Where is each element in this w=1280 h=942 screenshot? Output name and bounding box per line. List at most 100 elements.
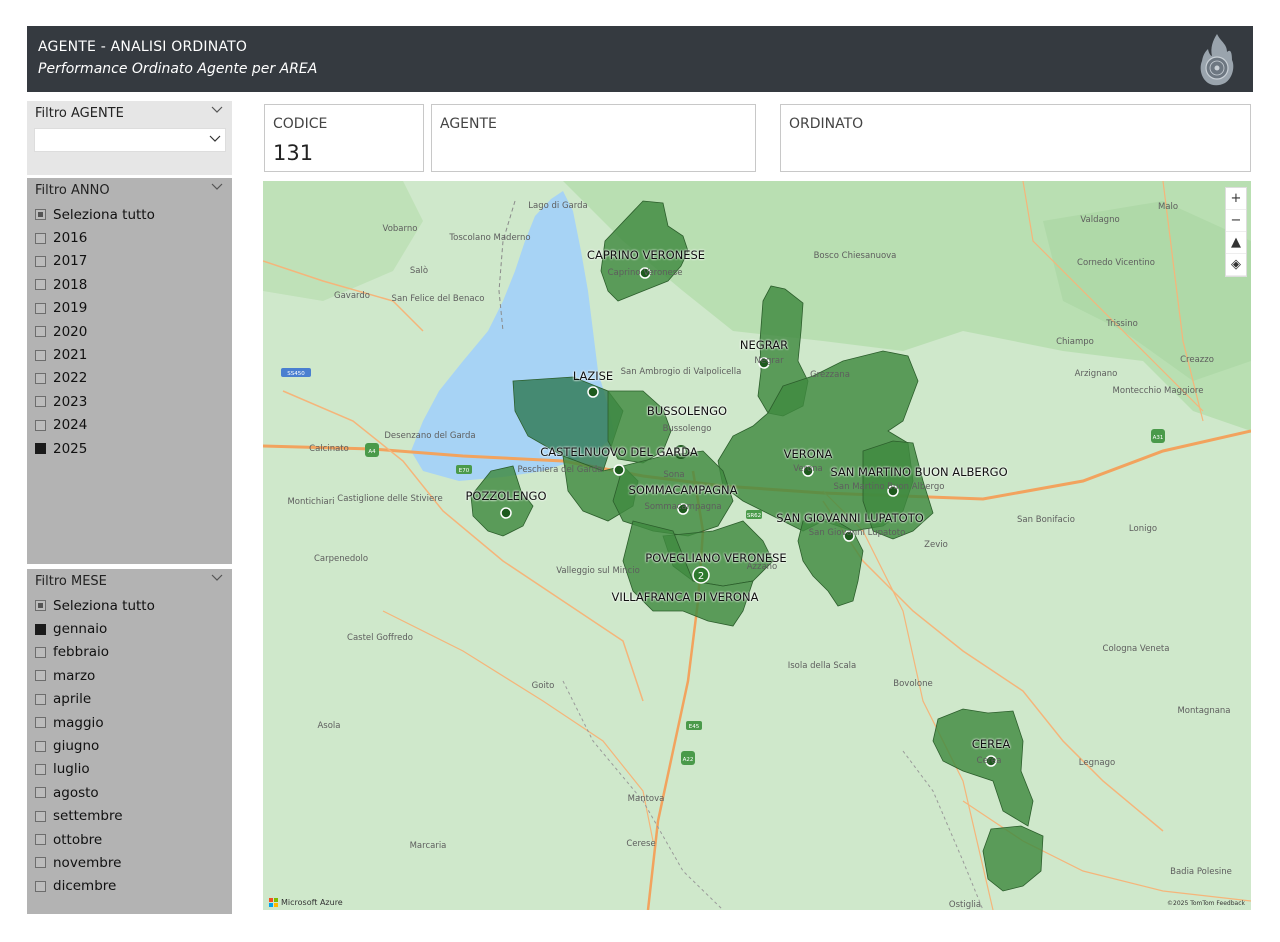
map-copyright[interactable]: ©2025 TomTom Feedback <box>1167 900 1245 907</box>
marker-pozzolengo[interactable] <box>500 507 512 519</box>
checkbox[interactable] <box>35 740 46 752</box>
codice-card: CODICE 131 <box>264 104 424 172</box>
mese-option[interactable]: dicembre <box>35 875 155 898</box>
collapse-chevron-icon[interactable] <box>211 105 223 115</box>
mese-option-label: ottobre <box>53 831 103 848</box>
marker-castelnuovo-del-garda[interactable] <box>613 464 625 476</box>
ordinato-card: ORDINATO <box>780 104 1251 172</box>
road-label-e70: E70 <box>459 468 470 474</box>
checkbox[interactable] <box>35 670 46 682</box>
filter-agente-panel: Filtro AGENTE <box>27 101 232 175</box>
city-label: Cerese <box>626 839 656 849</box>
checkbox[interactable] <box>35 834 46 846</box>
city-label: Montichiari <box>287 497 335 507</box>
checkbox[interactable] <box>35 693 46 705</box>
mese-option[interactable]: settembre <box>35 805 155 828</box>
city-label: Verona <box>793 464 823 474</box>
agente-card: AGENTE <box>431 104 756 172</box>
anno-option-label: 2019 <box>53 300 88 317</box>
checkbox[interactable] <box>35 717 46 729</box>
anno-option[interactable]: 2018 <box>35 273 155 296</box>
mese-option[interactable]: marzo <box>35 664 155 687</box>
checkbox[interactable] <box>35 255 46 267</box>
checkbox[interactable] <box>35 880 46 892</box>
checkbox[interactable] <box>35 600 46 612</box>
anno-option[interactable]: 2025 <box>35 437 155 460</box>
mese-option[interactable]: maggio <box>35 711 155 734</box>
mese-option[interactable]: aprile <box>35 688 155 711</box>
anno-option[interactable]: 2020 <box>35 320 155 343</box>
city-label: Marcaria <box>409 841 447 851</box>
checkbox[interactable] <box>35 326 46 338</box>
city-label: Malo <box>1157 202 1179 212</box>
mese-option[interactable]: gennaio <box>35 617 155 640</box>
collapse-chevron-icon[interactable] <box>211 573 223 583</box>
city-label: Cornedo Vicentino <box>1077 258 1155 268</box>
codice-value: 131 <box>273 141 314 165</box>
checkbox[interactable] <box>35 787 46 799</box>
anno-option[interactable]: Seleziona tutto <box>35 203 155 226</box>
zoom-in-button[interactable]: + <box>1226 188 1246 210</box>
mese-option[interactable]: ottobre <box>35 828 155 851</box>
checkbox[interactable] <box>35 857 46 869</box>
anno-option-label: 2024 <box>53 417 88 434</box>
checkbox[interactable] <box>35 232 46 244</box>
agente-label: AGENTE <box>440 116 497 132</box>
anno-option[interactable]: 2024 <box>35 414 155 437</box>
mese-option[interactable]: Seleziona tutto <box>35 594 155 617</box>
anno-option[interactable]: 2016 <box>35 226 155 249</box>
agente-dropdown[interactable] <box>34 128 226 152</box>
marker-lazise[interactable] <box>587 386 599 398</box>
area-label: CAPRINO VERONESE <box>586 248 706 262</box>
attribution-text: Microsoft Azure <box>281 898 343 907</box>
checkbox[interactable] <box>35 646 46 658</box>
city-label: Cologna Veneta <box>1102 644 1170 654</box>
anno-option[interactable]: 2022 <box>35 367 155 390</box>
compass-button[interactable]: ◈ <box>1226 254 1246 276</box>
checkbox[interactable] <box>35 279 46 291</box>
anno-option[interactable]: 2021 <box>35 343 155 366</box>
area-cerea[interactable] <box>932 708 1034 827</box>
city-label: Creazzo <box>1180 355 1214 365</box>
checkbox[interactable] <box>35 396 46 408</box>
ordinato-label: ORDINATO <box>789 116 864 132</box>
report-title: AGENTE - ANALISI ORDINATO <box>38 39 248 55</box>
anno-option[interactable]: 2023 <box>35 390 155 413</box>
tilt-button[interactable]: ▲ <box>1226 232 1246 254</box>
anno-checkbox-list: Seleziona tutto 2016 2017 2018 2019 2020 2021 2… <box>35 203 155 460</box>
map-zoom-controls[interactable]: + − ▲ ◈ <box>1225 187 1247 277</box>
anno-option[interactable]: 2019 <box>35 297 155 320</box>
mese-option[interactable]: luglio <box>35 758 155 781</box>
mese-option[interactable]: febbraio <box>35 641 155 664</box>
mese-option[interactable]: agosto <box>35 781 155 804</box>
checkbox[interactable] <box>35 372 46 384</box>
zoom-out-button[interactable]: − <box>1226 210 1246 232</box>
collapse-chevron-icon[interactable] <box>211 182 223 192</box>
checkbox[interactable] <box>35 419 46 431</box>
mese-option[interactable]: novembre <box>35 851 155 874</box>
road-label-e45: E45 <box>689 724 700 730</box>
city-label: Castel Goffredo <box>347 633 413 643</box>
mese-option[interactable]: giugno <box>35 734 155 757</box>
checkbox[interactable] <box>35 763 46 775</box>
microsoft-logo-icon <box>269 898 278 907</box>
area-label: SAN MARTINO BUON ALBERGO <box>830 465 1008 479</box>
anno-option[interactable]: 2017 <box>35 250 155 273</box>
city-label: Negrar <box>754 356 784 366</box>
checkbox[interactable] <box>35 623 46 635</box>
checkbox[interactable] <box>35 443 46 455</box>
anno-option-label: 2017 <box>53 253 88 270</box>
checkbox[interactable] <box>35 209 46 221</box>
chevron-down-icon <box>209 135 221 142</box>
checkbox[interactable] <box>35 349 46 361</box>
mese-checkbox-list: Seleziona tutto gennaio febbraio marzo april… <box>35 594 155 898</box>
road-label-sr62: SR62 <box>747 513 761 519</box>
checkbox[interactable] <box>35 810 46 822</box>
city-label: Gavardo <box>334 291 370 301</box>
road-label-a31: A31 <box>1153 435 1164 441</box>
area-map[interactable]: 2 SS450 A4 A22 E70 A31 E45 SR62 Lago di … <box>263 181 1251 910</box>
city-label: Bussolengo <box>662 424 712 434</box>
road <box>382 610 654 842</box>
area-cerea-south[interactable] <box>982 825 1044 892</box>
checkbox[interactable] <box>35 302 46 314</box>
